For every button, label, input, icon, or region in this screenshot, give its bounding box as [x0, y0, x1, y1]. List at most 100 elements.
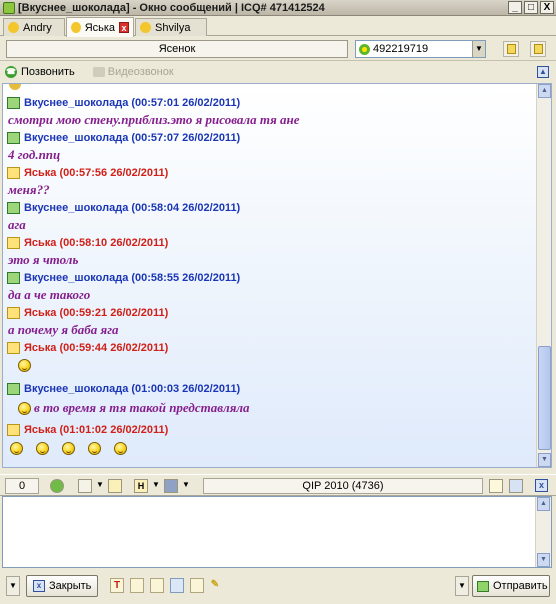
tab-label: Яська [84, 21, 116, 34]
scroll-up-icon[interactable]: ▲ [537, 497, 550, 511]
phone-icon: ☎ [5, 66, 17, 78]
chat-scrollbar[interactable]: ▲ ▼ [536, 84, 551, 467]
minimize-button[interactable]: _ [508, 1, 522, 14]
status-globe-icon[interactable] [50, 479, 64, 493]
font-t-icon[interactable]: T [110, 578, 124, 593]
uin-value: 492219719 [373, 43, 429, 55]
smiley-row [10, 442, 127, 455]
message-input[interactable] [3, 497, 535, 567]
own-message-icon [7, 424, 20, 436]
chevron-down-icon[interactable]: ▼ [472, 41, 485, 57]
message-sender-time: Вкуснее_шоколада (00:58:04 26/02/2011) [24, 202, 241, 214]
close-tab-icon[interactable]: x [119, 22, 129, 33]
chevron-down-icon[interactable]: ▼ [152, 480, 160, 489]
scroll-up-icon[interactable]: ▲ [538, 84, 551, 98]
scroll-thumb[interactable] [538, 346, 551, 450]
input-scrollbar[interactable]: ▲ ▼ [535, 497, 551, 567]
call-toolbar: ☎ Позвонить Видеозвонок ▲ [0, 62, 556, 82]
scroll-down-icon[interactable]: ▼ [537, 553, 550, 567]
message-header: Яська (00:59:44 26/02/2011) [7, 342, 168, 354]
message-sender-time: Яська (00:58:10 26/02/2011) [24, 237, 169, 249]
tab-yaska[interactable]: Яська x [66, 17, 134, 37]
message-sender-time: Яська (00:59:44 26/02/2011) [24, 342, 169, 354]
info-icon [507, 44, 516, 54]
contact-name[interactable]: Ясенок [6, 40, 348, 58]
collapse-arrow-icon[interactable]: ▲ [537, 66, 549, 78]
message-text: в то время я тя такой представляла [34, 400, 250, 415]
own-message-icon [7, 307, 20, 319]
smiley-icon [18, 359, 31, 372]
layout-icon[interactable] [509, 479, 523, 493]
uin-select[interactable]: 492219719 ▼ [355, 40, 486, 58]
message-input-area: ▲ ▼ [2, 496, 552, 568]
smiley-icon [88, 442, 101, 455]
message-header: Вкуснее_шоколада (00:58:04 26/02/2011) [7, 202, 240, 214]
window-title: [Вкуснее_шоколада] - Окно сообщений | IC… [18, 1, 325, 14]
tab-shvilya[interactable]: Shvilya [135, 18, 207, 36]
close-icon: x [33, 580, 45, 592]
quote-icon[interactable] [190, 578, 204, 593]
send-options-dropdown[interactable]: ▼ [455, 576, 469, 596]
template-icon[interactable] [108, 479, 122, 493]
chat-history[interactable]: Вкуснее_шоколада (00:57:01 26/02/2011) с… [2, 83, 552, 468]
surprised-smiley-icon [10, 442, 23, 455]
qip-app-icon [3, 1, 15, 14]
contact-message-icon [7, 132, 20, 144]
smiley-icon [114, 442, 127, 455]
client-version: QIP 2010 (4736) [203, 478, 483, 494]
message-sender-time: Вкуснее_шоколада (00:57:07 26/02/2011) [24, 132, 241, 144]
chevron-down-icon[interactable]: ▼ [182, 480, 190, 489]
message-header: Яська (01:01:02 26/02/2011) [7, 424, 168, 436]
close-window-button[interactable]: X [540, 1, 554, 14]
call-button[interactable]: ☎ Позвонить [5, 66, 75, 78]
message-header: Вкуснее_шоколада (00:58:55 26/02/2011) [7, 272, 240, 284]
message-text: ага [8, 217, 26, 232]
pencil-icon[interactable]: ✎ [208, 578, 222, 593]
message-sender-time: Яська (00:57:56 26/02/2011) [24, 167, 169, 179]
scroll-down-icon[interactable]: ▼ [538, 453, 551, 467]
clipboard-icon[interactable] [150, 578, 164, 593]
video-call-label: Видеозвонок [107, 66, 174, 78]
window-titlebar[interactable]: [Вкуснее_шоколада] - Окно сообщений | IC… [0, 0, 556, 16]
message-sender-time: Яська (01:01:02 26/02/2011) [24, 424, 169, 436]
message-header: Яська (00:57:56 26/02/2011) [7, 167, 168, 179]
maximize-button[interactable]: □ [524, 1, 538, 14]
message-text: смотри мою стену.приблиз.это я рисовала … [8, 112, 300, 127]
contact-status-icon [8, 22, 19, 33]
smiley-icon [62, 442, 75, 455]
close-button[interactable]: x Закрыть [26, 575, 98, 597]
contact-message-icon [7, 97, 20, 109]
send-button[interactable]: Отправить [472, 575, 550, 597]
save-icon[interactable] [164, 479, 178, 493]
history-button[interactable] [530, 41, 546, 57]
options-dropdown[interactable]: ▼ [6, 576, 20, 596]
char-counter: 0 [5, 478, 39, 494]
message-sender-time: Вкуснее_шоколада (01:00:03 26/02/2011) [24, 383, 241, 395]
bottom-toolbar: ▼ x Закрыть T ✎ ▼ Отправить [0, 570, 556, 604]
history-h-icon[interactable]: H [134, 479, 148, 493]
tab-andry[interactable]: Andry [3, 18, 65, 36]
video-call-button[interactable]: Видеозвонок [92, 66, 174, 78]
send-label: Отправить [493, 580, 548, 592]
message-toolbar: 0 ▼ H ▼ ▼ QIP 2010 (4736) x [0, 474, 556, 496]
chevron-down-icon[interactable]: ▼ [96, 480, 104, 489]
message-text: а почему я баба яга [8, 322, 119, 337]
contact-info-button[interactable] [503, 41, 519, 57]
note-icon[interactable] [489, 479, 503, 493]
message-text: да а че такого [8, 287, 91, 302]
transfer-icon[interactable] [170, 578, 184, 593]
contact-bar: Ясенок 492219719 ▼ [0, 37, 556, 61]
icq-flower-icon [359, 43, 370, 55]
message-text: это я чтоль [8, 252, 79, 267]
message-text: меня?? [8, 182, 50, 197]
smiley-picker-icon[interactable] [130, 578, 144, 593]
contact-message-icon [7, 383, 20, 395]
send-icon [477, 580, 489, 592]
message-sender-time: Вкуснее_шоколада (00:57:01 26/02/2011) [24, 97, 241, 109]
chat-tabs: Andry Яська x Shvilya [0, 16, 556, 37]
format-icon[interactable] [78, 479, 92, 493]
close-panel-icon[interactable]: x [535, 479, 548, 492]
smiley-icon [9, 84, 21, 90]
own-message-icon [7, 237, 20, 249]
smiley-icon [36, 442, 49, 455]
